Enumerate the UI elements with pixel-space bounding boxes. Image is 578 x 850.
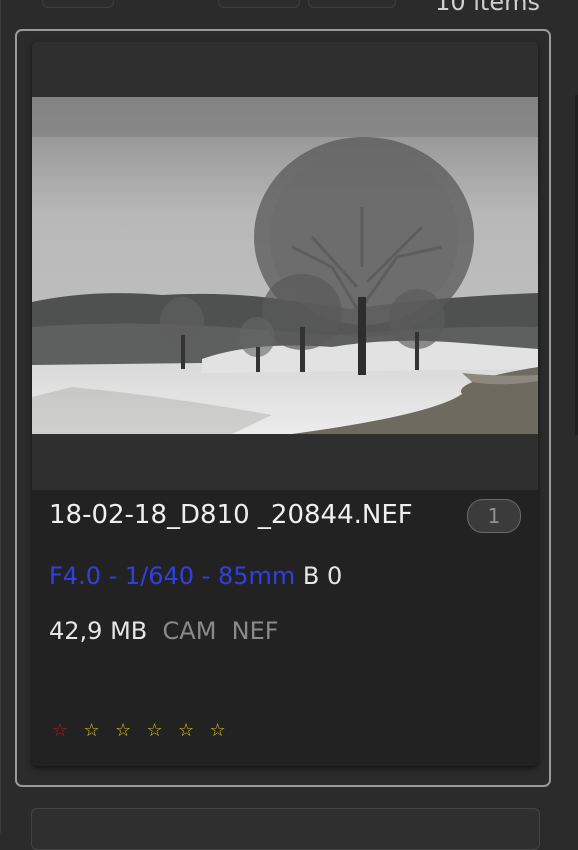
panel-border — [0, 0, 1, 833]
exif-info: F4.0 - 1/640 - 85mm B 0 — [49, 562, 342, 590]
file-size: 42,9 MB — [49, 617, 148, 645]
file-meta: 42,9 MB CAM NEF — [49, 617, 279, 645]
version-count-badge[interactable]: 1 — [467, 499, 521, 533]
star-icon[interactable]: ☆ — [84, 720, 116, 741]
image-card[interactable]: 18-02-18_D810 _20844.NEF 1 F4.0 - 1/640 … — [32, 42, 538, 766]
star-icon[interactable]: ☆ — [115, 720, 147, 741]
exif-focal-length: 85mm — [217, 562, 296, 590]
toolbar-tab[interactable] — [308, 0, 396, 8]
items-count: 10 items — [435, 0, 540, 16]
photo-thumbnail[interactable] — [32, 97, 538, 434]
toolbar-tab[interactable] — [218, 0, 300, 8]
exif-aperture-shutter: F4.0 - 1/640 - — [49, 562, 218, 590]
camera-source-label: CAM — [162, 617, 217, 645]
next-image-card[interactable] — [31, 808, 540, 850]
file-format-label: NEF — [231, 617, 279, 645]
rating-stars[interactable]: ☆ ☆ ☆ ☆ ☆ ☆ — [52, 720, 241, 741]
star-icon[interactable]: ☆ — [178, 720, 210, 741]
exif-bracket: B 0 — [302, 562, 343, 590]
file-name: 18-02-18_D810 _20844.NEF — [49, 500, 413, 530]
star-icon[interactable]: ☆ — [147, 720, 179, 741]
star-icon[interactable]: ☆ — [210, 720, 242, 741]
toolbar-tab[interactable] — [42, 0, 114, 8]
thumbnail-frame[interactable] — [32, 42, 538, 490]
reject-icon[interactable]: ☆ — [52, 720, 84, 741]
